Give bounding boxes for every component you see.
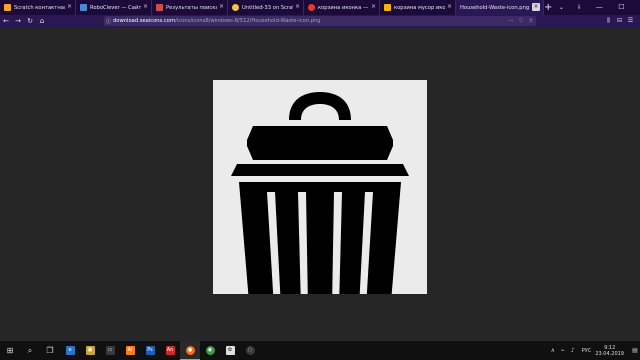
tab-title: Результаты поиска - ко xyxy=(166,4,217,11)
taskbar-files[interactable]: ▭ xyxy=(100,341,120,360)
tab-list-icon[interactable]: ⌄ xyxy=(552,4,570,11)
illustrator-icon: Ai xyxy=(125,346,135,355)
close-tab-icon[interactable]: × xyxy=(219,3,224,11)
taskbar-edge[interactable]: e xyxy=(60,341,80,360)
trash-can-icon xyxy=(231,92,409,326)
search-favicon-icon xyxy=(156,4,163,11)
menu-icon[interactable]: ☰ xyxy=(625,16,636,26)
url-path: /icons/icons8/windows-8/512/Household-Wa… xyxy=(175,18,321,24)
close-tab-icon[interactable]: × xyxy=(143,3,148,11)
close-tab-icon[interactable]: × xyxy=(295,3,300,11)
search-icon[interactable]: ⌕ xyxy=(20,341,40,360)
close-tab-icon[interactable]: × xyxy=(447,3,452,11)
task-view-icon[interactable]: ❐ xyxy=(40,341,60,360)
tab-title: корзина иконка — Янд xyxy=(318,4,369,11)
bookmark-star-icon[interactable]: ☆ xyxy=(526,18,536,24)
volume-icon[interactable]: ♪ xyxy=(568,347,578,354)
clock[interactable]: 9:12 23.04.2019 xyxy=(595,345,624,357)
tab-title: Untitled-33 on Scratch xyxy=(242,4,293,11)
yandex-favicon-icon xyxy=(308,4,315,11)
roboclever-favicon-icon xyxy=(80,4,87,11)
taskbar-firefox[interactable]: ● xyxy=(180,341,200,360)
close-tab-icon[interactable]: × xyxy=(371,3,376,11)
image-preview xyxy=(213,80,427,326)
tab-roboclever[interactable]: RoboClever — Сайт × xyxy=(76,0,152,15)
forward-icon[interactable]: → xyxy=(12,15,24,28)
tab-title: корзина мусор иконка xyxy=(394,4,445,11)
tab-title: Scratch контактная игр xyxy=(14,4,65,11)
taskbar-animate[interactable]: An xyxy=(160,341,180,360)
store-icon: ▣ xyxy=(85,346,95,355)
tab-search-results[interactable]: Результаты поиска - ко × xyxy=(152,0,228,15)
app-icon: ◌ xyxy=(245,346,255,355)
tab-household-waste[interactable]: Household-Waste-icon.png × xyxy=(456,0,544,15)
images-favicon-icon xyxy=(384,4,391,11)
animate-icon: An xyxy=(165,346,175,355)
close-tab-icon[interactable]: × xyxy=(532,3,540,11)
taskbar-chrome[interactable]: ◉ xyxy=(200,341,220,360)
tab-yandex-1[interactable]: корзина иконка — Янд × xyxy=(304,0,380,15)
start-icon[interactable]: ⊞ xyxy=(0,341,20,360)
network-icon[interactable]: ⌁ xyxy=(558,347,568,354)
language-indicator[interactable]: РУС xyxy=(582,348,592,354)
taskbar-illustrator[interactable]: Ai xyxy=(120,341,140,360)
show-hidden-icons-icon[interactable]: ∧ xyxy=(548,347,558,354)
close-window-icon[interactable]: ✕ xyxy=(632,0,640,15)
tab-yandex-2[interactable]: корзина мусор иконка × xyxy=(380,0,456,15)
new-tab-button[interactable]: + xyxy=(544,0,552,15)
sidebar-icon[interactable]: ⊟ xyxy=(614,16,625,26)
scratch-favicon-icon xyxy=(4,4,11,11)
maximize-icon[interactable]: ☐ xyxy=(610,0,632,15)
home-icon[interactable]: ⌂ xyxy=(36,15,48,28)
page-actions-icon[interactable]: ⋯ xyxy=(506,18,516,24)
taskbar-app[interactable]: ◌ xyxy=(240,341,260,360)
scratch-favicon-icon xyxy=(232,4,239,11)
address-bar[interactable]: ⓘ download.seaicons.com/icons/icons8/win… xyxy=(104,16,536,26)
tab-scratch[interactable]: Scratch контактная игр × xyxy=(0,0,76,15)
page-viewport xyxy=(0,28,640,341)
taskbar-photoshop[interactable]: Ps xyxy=(140,341,160,360)
reload-icon[interactable]: ↻ xyxy=(24,15,36,28)
library-icon[interactable]: ⫼ xyxy=(603,16,614,26)
system-tray: ∧ ⌁ ♪ РУС 9:12 23.04.2019 ▤ xyxy=(548,345,640,357)
url-text: download.seaicons.com/icons/icons8/windo… xyxy=(113,18,321,24)
tab-bar: Scratch контактная игр × RoboClever — Са… xyxy=(0,0,640,15)
windows-taskbar: ⊞ ⌕ ❐ e ▣ ▭ Ai Ps An ● ◉ ✿ ◌ ∧ ⌁ ♪ РУС 9… xyxy=(0,341,640,360)
edge-icon: e xyxy=(65,346,75,355)
notifications-icon[interactable]: ▤ xyxy=(630,347,640,354)
minimize-icon[interactable]: — xyxy=(588,0,610,15)
site-info-icon[interactable]: ⓘ xyxy=(104,18,113,25)
firefox-icon: ● xyxy=(185,345,195,355)
back-icon[interactable]: ← xyxy=(0,15,12,28)
clock-date: 23.04.2019 xyxy=(595,350,624,357)
photoshop-icon: Ps xyxy=(145,346,155,355)
url-host: download.seaicons.com xyxy=(113,18,175,24)
chrome-icon: ◉ xyxy=(205,346,215,355)
tab-title: Household-Waste-icon.png xyxy=(460,4,530,11)
file-explorer-icon: ▭ xyxy=(105,346,115,355)
tab-title: RoboClever — Сайт xyxy=(90,4,141,11)
tab-untitled-scratch[interactable]: Untitled-33 on Scratch × xyxy=(228,0,304,15)
close-tab-icon[interactable]: × xyxy=(67,3,72,11)
downloads-icon[interactable]: ⇩ xyxy=(570,4,588,11)
taskbar-store[interactable]: ▣ xyxy=(80,341,100,360)
scratch-icon: ✿ xyxy=(225,346,235,355)
pocket-icon[interactable]: ♡ xyxy=(516,18,526,24)
taskbar-scratch[interactable]: ✿ xyxy=(220,341,240,360)
